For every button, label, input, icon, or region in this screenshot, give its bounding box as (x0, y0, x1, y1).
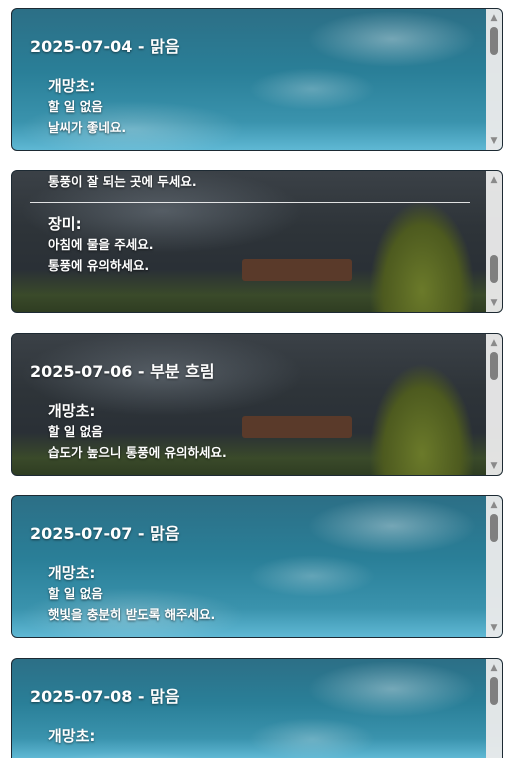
scroll-thumb[interactable] (490, 255, 498, 283)
card-date-title: 2025-07-08 - 맑음 (30, 687, 180, 706)
triangle-up-icon[interactable]: ▲ (486, 498, 502, 512)
triangle-down-icon[interactable]: ▼ (486, 621, 502, 635)
triangle-up-icon[interactable]: ▲ (486, 661, 502, 675)
task-line: 할 일 없음 (48, 586, 103, 601)
triangle-down-icon[interactable]: ▼ (486, 134, 502, 148)
triangle-down-icon[interactable]: ▼ (486, 459, 502, 473)
card-scrollbar[interactable]: ▲ (486, 659, 502, 758)
weather-card-2025-07-06: 2025-07-06 - 부분 흐림 개망초: 할 일 없음 습도가 높으니 통… (11, 333, 503, 476)
weather-card-2025-07-04: 2025-07-04 - 맑음 개망초: 할 일 없음 날씨가 좋네요. ▲ ▼ (11, 8, 503, 151)
tip-line: 날씨가 좋네요. (48, 120, 127, 135)
card-content: 2025-07-08 - 맑음 개망초: (30, 683, 478, 746)
weather-card-rose: 통풍이 잘 되는 곳에 두세요. 장미: 아침에 물을 주세요. 통풍에 유의하… (11, 170, 503, 313)
triangle-up-icon[interactable]: ▲ (486, 11, 502, 25)
plant-name: 개망초: (48, 402, 96, 420)
scroll-thumb[interactable] (490, 352, 498, 380)
tip-line: 햇빛을 충분히 받도록 해주세요. (48, 607, 216, 622)
plant-name: 개망초: (48, 727, 96, 745)
plant-name: 개망초: (48, 77, 96, 95)
card-scrollbar[interactable]: ▲ ▼ (486, 334, 502, 475)
card-scrollbar[interactable]: ▲ ▼ (486, 171, 502, 312)
weather-card-2025-07-07: 2025-07-07 - 맑음 개망초: 할 일 없음 햇빛을 충분히 받도록 … (11, 495, 503, 638)
card-content: 2025-07-04 - 맑음 개망초: 할 일 없음 날씨가 좋네요. (30, 33, 478, 138)
triangle-up-icon[interactable]: ▲ (486, 173, 502, 187)
card-date-title: 2025-07-07 - 맑음 (30, 524, 180, 543)
triangle-down-icon[interactable]: ▼ (486, 296, 502, 310)
task-line: 할 일 없음 (48, 424, 103, 439)
plant-name: 개망초: (48, 564, 96, 582)
card-content: 통풍이 잘 되는 곳에 두세요. 장미: 아침에 물을 주세요. 통풍에 유의하… (30, 171, 478, 276)
tip-line: 습도가 높으니 통풍에 유의하세요. (48, 445, 227, 460)
weather-card-2025-07-08: 2025-07-08 - 맑음 개망초: ▲ (11, 658, 503, 758)
card-content: 2025-07-06 - 부분 흐림 개망초: 할 일 없음 습도가 높으니 통… (30, 358, 478, 463)
task-line: 할 일 없음 (48, 99, 103, 114)
tip-line: 통풍에 유의하세요. (48, 258, 150, 273)
card-date-title: 2025-07-06 - 부분 흐림 (30, 362, 215, 381)
task-line: 아침에 물을 주세요. (48, 237, 154, 252)
scroll-thumb[interactable] (490, 677, 498, 705)
tip-line: 통풍이 잘 되는 곳에 두세요. (48, 174, 197, 189)
plant-name: 장미: (48, 215, 82, 233)
card-date-title: 2025-07-04 - 맑음 (30, 37, 180, 56)
triangle-up-icon[interactable]: ▲ (486, 336, 502, 350)
scroll-thumb[interactable] (490, 514, 498, 542)
card-scrollbar[interactable]: ▲ ▼ (486, 9, 502, 150)
scroll-thumb[interactable] (490, 27, 498, 55)
card-scrollbar[interactable]: ▲ ▼ (486, 496, 502, 637)
card-content: 2025-07-07 - 맑음 개망초: 할 일 없음 햇빛을 충분히 받도록 … (30, 520, 478, 625)
